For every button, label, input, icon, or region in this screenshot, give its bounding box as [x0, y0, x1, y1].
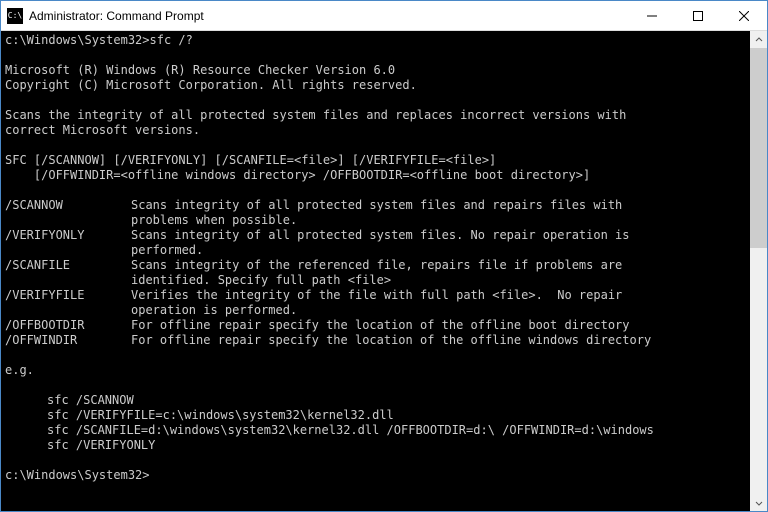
description-line: Scans the integrity of all protected sys… — [5, 108, 626, 122]
close-icon — [739, 11, 749, 21]
maximize-icon — [693, 11, 703, 21]
example-line: sfc /SCANNOW — [5, 393, 750, 408]
chevron-down-icon — [755, 499, 763, 507]
client-area: c:\Windows\System32>sfc /? Microsoft (R)… — [1, 31, 767, 511]
minimize-icon — [647, 11, 657, 21]
option-desc: Scans integrity of the referenced file, … — [131, 258, 750, 288]
option-row: /OFFBOOTDIRFor offline repair specify th… — [5, 318, 750, 333]
prompt-line: c:\Windows\System32>sfc /? — [5, 33, 193, 47]
maximize-button[interactable] — [675, 1, 721, 30]
cmd-window: C:\ Administrator: Command Prompt c:\Win… — [0, 0, 768, 512]
program-header: Microsoft (R) Windows (R) Resource Check… — [5, 63, 395, 77]
option-desc: For offline repair specify the location … — [131, 333, 750, 348]
option-name: /VERIFYFILE — [5, 288, 131, 318]
examples-header: e.g. — [5, 363, 34, 377]
chevron-up-icon — [755, 36, 763, 44]
app-icon: C:\ — [7, 8, 23, 24]
prompt-line: c:\Windows\System32> — [5, 468, 150, 482]
scroll-thumb[interactable] — [750, 48, 767, 248]
option-name: /VERIFYONLY — [5, 228, 131, 258]
option-desc: Scans integrity of all protected system … — [131, 198, 750, 228]
usage-line: SFC [/SCANNOW] [/VERIFYONLY] [/SCANFILE=… — [5, 153, 496, 167]
option-row: /VERIFYFILEVerifies the integrity of the… — [5, 288, 750, 318]
option-row: /OFFWINDIRFor offline repair specify the… — [5, 333, 750, 348]
description-line: correct Microsoft versions. — [5, 123, 200, 137]
window-controls — [629, 1, 767, 30]
option-name: /OFFWINDIR — [5, 333, 131, 348]
close-button[interactable] — [721, 1, 767, 30]
usage-line: [/OFFWINDIR=<offline windows directory> … — [5, 168, 590, 182]
option-desc: Verifies the integrity of the file with … — [131, 288, 750, 318]
terminal-output[interactable]: c:\Windows\System32>sfc /? Microsoft (R)… — [1, 31, 750, 511]
option-name: /SCANFILE — [5, 258, 131, 288]
scroll-down-button[interactable] — [750, 494, 767, 511]
example-line: sfc /VERIFYFILE=c:\windows\system32\kern… — [5, 408, 750, 423]
copyright-line: Copyright (C) Microsoft Corporation. All… — [5, 78, 417, 92]
option-desc: Scans integrity of all protected system … — [131, 228, 750, 258]
minimize-button[interactable] — [629, 1, 675, 30]
option-row: /SCANNOWScans integrity of all protected… — [5, 198, 750, 228]
example-line: sfc /SCANFILE=d:\windows\system32\kernel… — [5, 423, 750, 438]
option-row: /SCANFILEScans integrity of the referenc… — [5, 258, 750, 288]
option-name: /SCANNOW — [5, 198, 131, 228]
example-line: sfc /VERIFYONLY — [5, 438, 750, 453]
window-title: Administrator: Command Prompt — [29, 9, 204, 23]
vertical-scrollbar[interactable] — [750, 31, 767, 511]
option-desc: For offline repair specify the location … — [131, 318, 750, 333]
titlebar[interactable]: C:\ Administrator: Command Prompt — [1, 1, 767, 31]
scroll-up-button[interactable] — [750, 31, 767, 48]
option-row: /VERIFYONLYScans integrity of all protec… — [5, 228, 750, 258]
option-name: /OFFBOOTDIR — [5, 318, 131, 333]
